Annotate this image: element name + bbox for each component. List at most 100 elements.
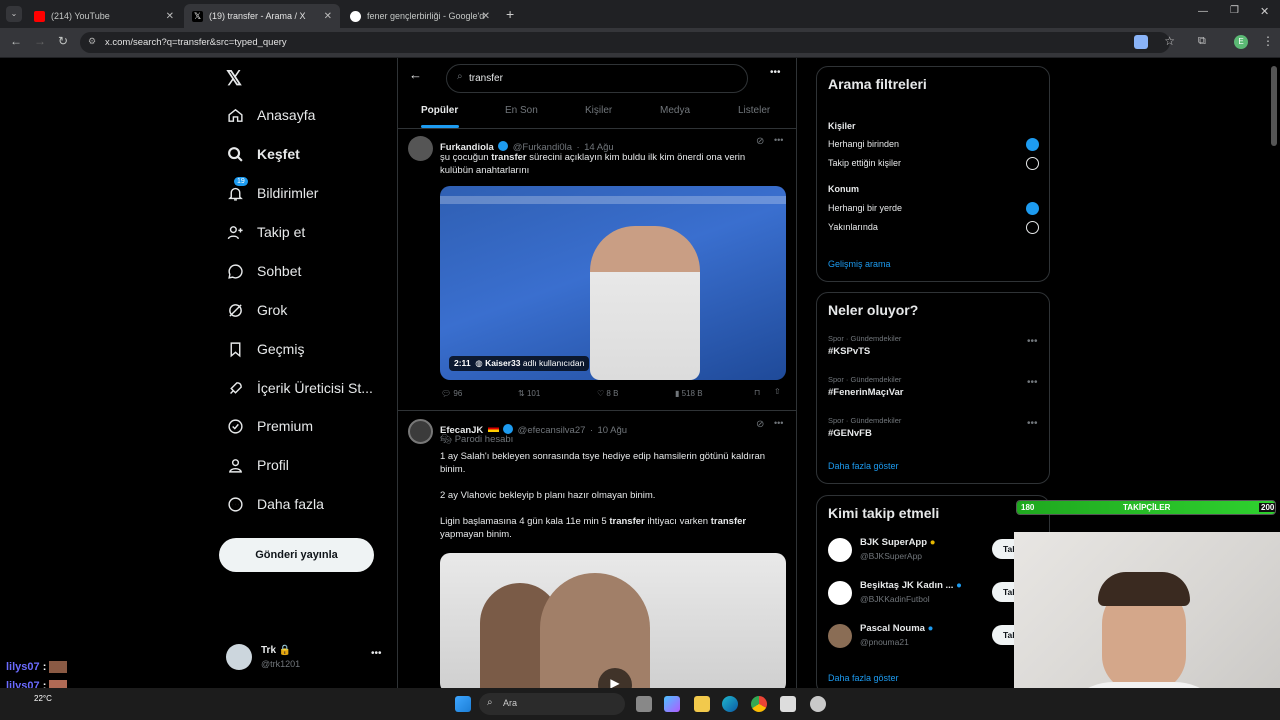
tweet-video[interactable]: ▶ [440,553,786,688]
avatar [828,538,852,562]
tweet-more-icon[interactable]: ••• [774,135,783,145]
start-icon[interactable] [455,696,471,712]
translate-icon[interactable] [1134,35,1148,49]
show-more-link[interactable]: Daha fazla göster [828,461,899,471]
taskbar-search[interactable]: ⌕ Ara [479,693,625,715]
reply-button[interactable]: 💬︎ 96 [441,389,462,398]
scrollbar[interactable] [1271,66,1277,146]
nav-explore[interactable]: Keşfet [226,145,300,163]
site-info-icon[interactable]: ⚙ [88,36,96,47]
extensions-icon[interactable]: ⧉ [1198,35,1206,48]
tab-latest[interactable]: En Son [505,105,538,116]
profile-avatar[interactable]: E [1234,35,1248,49]
nav-premium[interactable]: Premium [226,417,313,435]
tweet-more-icon[interactable]: ••• [774,418,783,428]
tab-popular[interactable]: Popüler [421,105,458,116]
filter-option-anyone[interactable]: Herhangi birinden [828,139,899,149]
add-user-icon [226,223,244,241]
nav-creator-studio[interactable]: İçerik Üreticisi St... [226,379,373,397]
trend-item[interactable]: Spor · Gündemdekiler #FenerinMaçıVar ••• [828,375,1038,398]
edge-icon[interactable] [722,696,738,712]
share-button[interactable]: ⇧ [774,387,781,396]
follower-goal-bar: 180 TAKİPÇİLER 200 [1016,500,1276,515]
emote-icon [49,661,68,674]
radio-checked-icon[interactable] [1026,138,1039,151]
account-switcher[interactable]: Trk 🔒 @trk1201 ••• [226,642,386,672]
back-arrow-icon[interactable]: ← [409,67,422,82]
like-button[interactable]: ♡ 8 B [597,389,618,398]
search-icon: ⌕ [457,71,463,82]
maximize-button[interactable]: ❐ [1230,5,1239,16]
close-window-button[interactable]: ✕ [1260,5,1269,18]
tab-media[interactable]: Medya [660,105,690,116]
browser-tab-google[interactable]: fener gençlerbirliği - Google'da ✕ [342,4,498,28]
browser-tab-bar: ⌄ (214) YouTube ✕ 𝕏 (19) transfer - Aram… [0,0,1280,28]
star-icon[interactable]: ☆ [1164,34,1175,48]
views-button[interactable]: ▮ 518 B [675,389,703,398]
steam-icon[interactable] [810,696,826,712]
tweet-video[interactable]: 2:11 ◍ Kaiser33 adlı kullanıcıdan [440,186,786,380]
close-tab-icon[interactable]: ✕ [324,11,332,22]
grok-icon[interactable]: ⊘ [756,419,764,430]
trend-item[interactable]: Spor · Gündemdekiler #GENvFB ••• [828,416,1038,439]
tab-lists[interactable]: Listeler [738,105,770,116]
radio-unchecked-icon[interactable] [1026,221,1039,234]
more-circle-icon [226,495,244,513]
browser-tab-x[interactable]: 𝕏 (19) transfer - Arama / X ✕ [184,4,340,28]
show-more-link[interactable]: Daha fazla göster [828,673,899,683]
new-tab-button[interactable]: + [506,6,514,22]
search-more-icon[interactable]: ••• [770,67,781,78]
nav-home[interactable]: Anasayfa [226,106,315,124]
nav-more[interactable]: Daha fazla [226,495,324,513]
verified-icon [226,417,244,435]
repost-button[interactable]: ⇅ 101 [518,389,540,398]
nav-profile[interactable]: Profil [226,456,289,474]
tweet[interactable]: EfecanJK @efecansilva27 · 10 Ağu ⊘ ••• 🎭… [398,411,796,688]
forward-icon[interactable]: → [34,34,46,48]
filter-section-title: Konum [828,184,859,194]
post-button[interactable]: Gönderi yayınla [219,538,374,572]
copilot-icon[interactable] [664,696,680,712]
task-view-icon[interactable] [636,696,652,712]
trend-more-icon[interactable]: ••• [1027,336,1038,347]
tab-list-button[interactable]: ⌄ [6,6,22,22]
nav-grok[interactable]: Grok [226,301,287,319]
nav-follow[interactable]: Takip et [226,223,305,241]
nav-chat[interactable]: Sohbet [226,262,301,280]
file-explorer-icon[interactable] [694,696,710,712]
radio-unchecked-icon[interactable] [1026,157,1039,170]
account-menu-icon[interactable]: ••• [371,648,382,659]
chart-icon: ▮ [675,389,680,398]
weather-widget[interactable]: 22°C [34,694,52,703]
radio-checked-icon[interactable] [1026,202,1039,215]
store-icon[interactable] [780,696,796,712]
filter-option-nearby[interactable]: Yakınlarında [828,222,878,232]
trend-more-icon[interactable]: ••• [1027,377,1038,388]
reload-icon[interactable]: ↻ [58,34,68,48]
bookmark-button[interactable]: ⊓ [754,388,760,397]
tweet[interactable]: Furkandiola @Furkandi0la · 14 Ağu ⊘ ••• … [398,129,796,411]
chrome-icon[interactable] [751,696,767,712]
nav-history[interactable]: Geçmiş [226,340,304,358]
browser-tab-youtube[interactable]: (214) YouTube ✕ [26,4,182,28]
nav-notifications[interactable]: 19 Bildirimler [226,177,318,202]
filter-option-anywhere[interactable]: Herhangi bir yerde [828,203,902,213]
video-person [540,573,650,688]
advanced-search-link[interactable]: Gelişmiş arama [828,259,891,269]
back-icon[interactable]: ← [10,34,22,48]
x-logo-icon[interactable]: 𝕏 [226,66,242,91]
reply-icon: 💬︎ [441,389,452,398]
close-tab-icon[interactable]: ✕ [482,11,490,22]
minimize-button[interactable]: — [1198,6,1208,17]
address-bar[interactable]: ⚙ x.com/search?q=transfer&src=typed_quer… [80,32,1175,53]
search-input[interactable]: ⌕ transfer [446,64,748,93]
browser-menu-icon[interactable]: ⋮ [1262,34,1274,48]
tab-people[interactable]: Kişiler [585,105,612,116]
close-tab-icon[interactable]: ✕ [166,11,174,22]
trend-item[interactable]: Spor · Gündemdekiler #KSPvTS ••• [828,334,1038,357]
account-name: Trk 🔒 [261,645,292,656]
grok-icon[interactable]: ⊘ [756,136,764,147]
filter-option-following[interactable]: Takip ettiğin kişiler [828,158,901,168]
trend-more-icon[interactable]: ••• [1027,418,1038,429]
avatar [408,419,433,444]
